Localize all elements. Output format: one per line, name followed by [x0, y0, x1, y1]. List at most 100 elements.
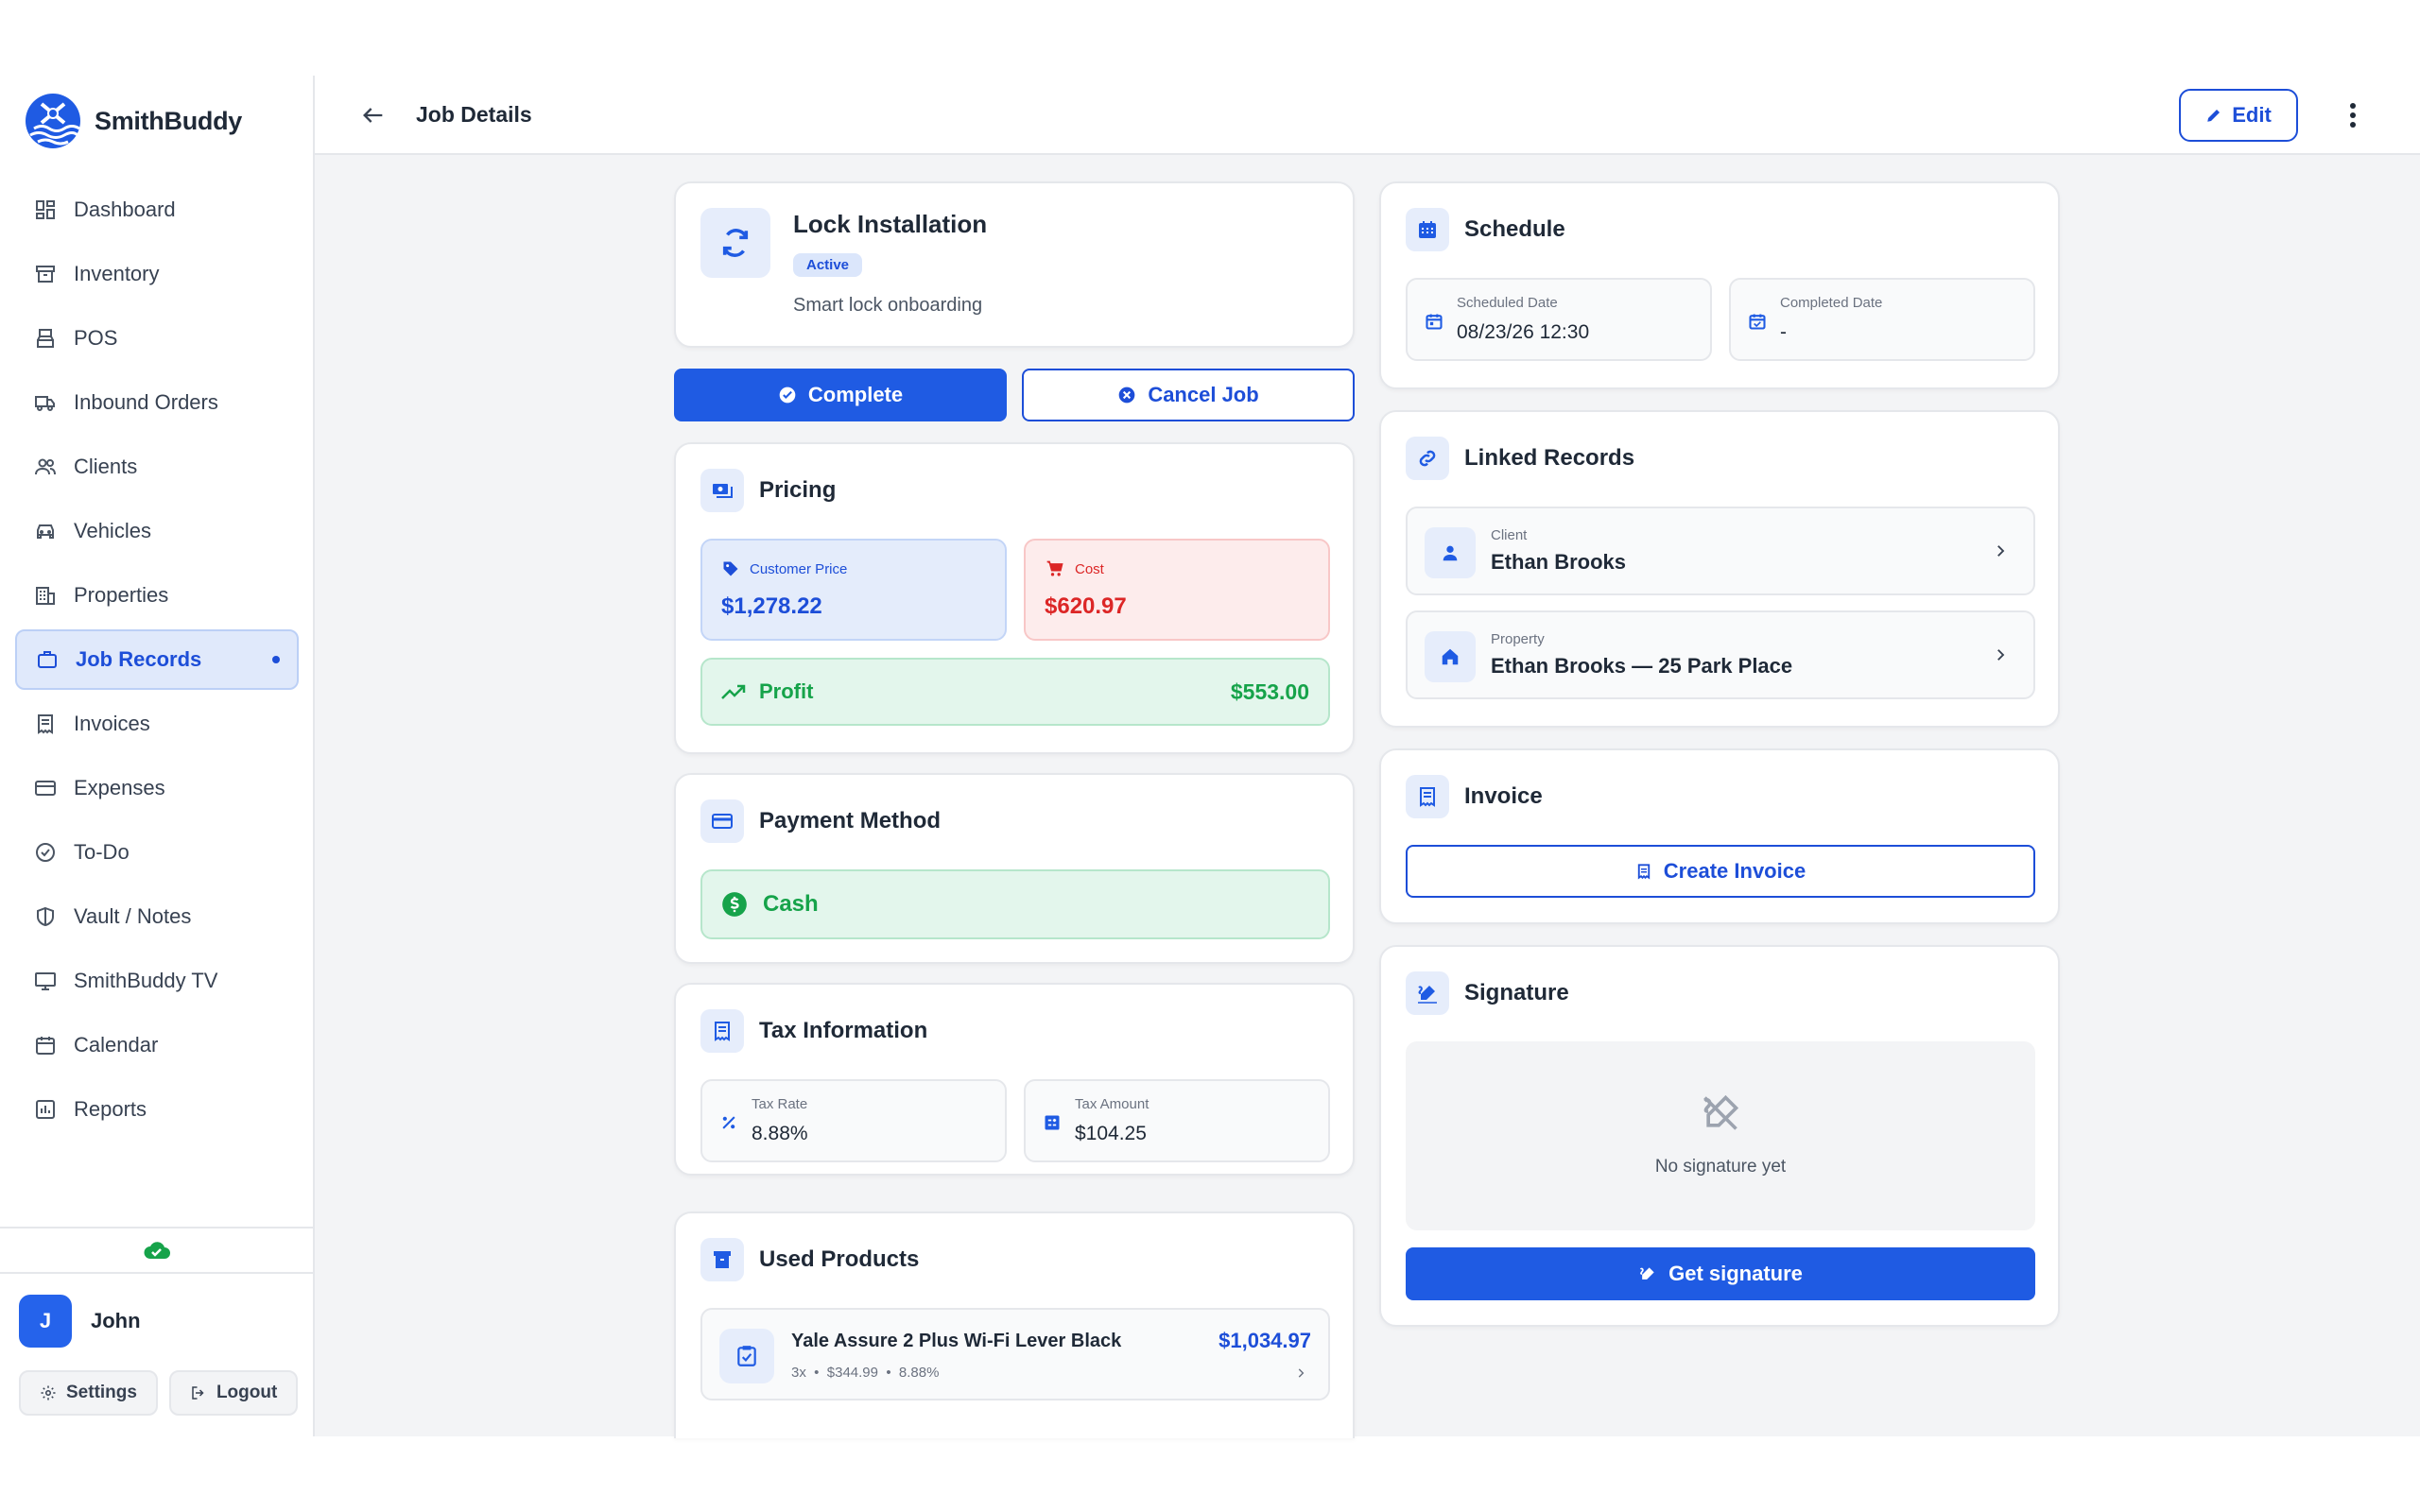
chevron-right-icon	[1997, 649, 2005, 661]
tax-rate-value: 8.88%	[752, 1123, 808, 1144]
user-name: John	[91, 1309, 141, 1332]
cost-value: $620.97	[1045, 593, 1127, 619]
refresh-icon	[722, 229, 749, 257]
logout-label: Logout	[216, 1383, 278, 1402]
pencil-icon	[2207, 110, 2221, 122]
sidebar-item-vehicles[interactable]: Vehicles	[15, 501, 299, 561]
sidebar-item-vault-notes[interactable]: Vault / Notes	[15, 886, 299, 947]
invoice-title: Invoice	[1464, 783, 1543, 809]
edit-button[interactable]: Edit	[2179, 89, 2298, 142]
product-list-item[interactable]: Yale Assure 2 Plus Wi-Fi Lever Black 3x …	[700, 1308, 1330, 1400]
schedule-title: Schedule	[1464, 216, 1565, 242]
sidebar-item-pos[interactable]: POS	[15, 308, 299, 369]
sidebar-item-invoices[interactable]: Invoices	[15, 694, 299, 754]
sidebar-item-dashboard[interactable]: Dashboard	[15, 180, 299, 240]
sidebar-item-inventory[interactable]: Inventory	[15, 244, 299, 304]
brand[interactable]: SmithBuddy	[25, 93, 242, 149]
sidebar-item-properties[interactable]: Properties	[15, 565, 299, 626]
archive-icon	[714, 1251, 731, 1268]
sidebar-item-label: Vault / Notes	[74, 904, 192, 928]
avatar: J	[19, 1295, 72, 1348]
user-profile[interactable]: J John	[19, 1295, 141, 1348]
customer-price-label-row: Customer Price	[721, 559, 847, 578]
card-icon	[35, 781, 56, 796]
sync-status-bar	[0, 1227, 313, 1274]
chart-icon	[36, 1100, 55, 1119]
product-total: $1,034.97	[1219, 1329, 1311, 1352]
schedule-header: Schedule	[1406, 208, 1565, 251]
sidebar-item-expenses[interactable]: Expenses	[15, 758, 299, 818]
tax-header: Tax Information	[700, 1009, 927, 1053]
archive-icon	[36, 266, 55, 283]
cost-label: Cost	[1075, 560, 1104, 577]
sidebar-item-label: Expenses	[74, 776, 165, 799]
signature-card: Signature No signature yet Get signature	[1379, 945, 2060, 1327]
cost-box: Cost $620.97	[1024, 539, 1330, 641]
dollar-circle-icon	[722, 892, 747, 917]
sidebar-item-to-do[interactable]: To-Do	[15, 822, 299, 883]
x-circle-icon	[1118, 387, 1135, 404]
sidebar-item-clients[interactable]: Clients	[15, 437, 299, 497]
sidebar-item-label: Dashboard	[74, 198, 176, 221]
calendar-event-icon	[1426, 314, 1443, 330]
more-options-icon[interactable]	[2347, 100, 2359, 130]
home-icon	[1442, 648, 1459, 665]
sidebar-item-smithbuddy-tv[interactable]: SmithBuddy TV	[15, 951, 299, 1011]
check-circle-icon	[779, 387, 796, 404]
cart-icon	[1046, 560, 1063, 576]
property-name: Ethan Brooks — 25 Park Place	[1491, 654, 1793, 678]
payment-method-card: Payment Method Cash	[674, 773, 1355, 964]
pricing-header: Pricing	[700, 469, 836, 512]
linked-property-row[interactable]: Property Ethan Brooks — 25 Park Place	[1406, 610, 2035, 699]
check-circle-icon	[36, 843, 55, 862]
profit-label: Profit	[759, 679, 814, 703]
logout-button[interactable]: Logout	[168, 1370, 299, 1416]
sidebar-item-job-records[interactable]: Job Records	[15, 629, 299, 690]
settings-label: Settings	[66, 1383, 137, 1402]
linked-client-row[interactable]: Client Ethan Brooks	[1406, 507, 2035, 595]
complete-button[interactable]: Complete	[674, 369, 1007, 421]
app-window: SmithBuddy Dashboard Inventory POS Inbou…	[0, 76, 2420, 1438]
get-signature-button[interactable]: Get signature	[1406, 1247, 2035, 1300]
receipt-icon	[1420, 787, 1435, 807]
cash-icon	[713, 484, 733, 498]
sidebar-item-label: Clients	[74, 455, 138, 478]
signature-header: Signature	[1406, 971, 1569, 1015]
sidebar-item-label: Inventory	[74, 262, 160, 285]
signature-icon	[1640, 1267, 1654, 1280]
back-arrow-icon[interactable]	[360, 102, 387, 129]
cost-label-row: Cost	[1045, 559, 1104, 578]
settings-button[interactable]: Settings	[19, 1370, 158, 1416]
sidebar: SmithBuddy Dashboard Inventory POS Inbou…	[0, 76, 315, 1436]
cloud-check-icon	[144, 1242, 170, 1259]
linked-records-header: Linked Records	[1406, 437, 1634, 480]
sidebar-item-calendar[interactable]: Calendar	[15, 1015, 299, 1075]
used-products-title: Used Products	[759, 1246, 920, 1272]
signature-empty-icon	[1703, 1094, 1739, 1130]
invoice-card: Invoice Create Invoice	[1379, 748, 2060, 924]
completed-date-label: Completed Date	[1780, 295, 1883, 311]
used-products-header: Used Products	[700, 1238, 919, 1281]
create-invoice-button[interactable]: Create Invoice	[1406, 845, 2035, 898]
create-invoice-label: Create Invoice	[1663, 859, 1806, 883]
property-icon-box	[1425, 631, 1476, 682]
pricing-icon-box	[700, 469, 744, 512]
calendar-icon	[1419, 221, 1436, 238]
calendar-check-icon	[1749, 314, 1766, 330]
payment-header: Payment Method	[700, 799, 941, 843]
scheduled-date-label: Scheduled Date	[1457, 295, 1558, 311]
tax-title: Tax Information	[759, 1018, 928, 1043]
users-icon	[35, 458, 56, 475]
used-products-card: Used Products Yale Assure 2 Plus Wi-Fi L…	[674, 1211, 1355, 1438]
sidebar-item-reports[interactable]: Reports	[15, 1079, 299, 1140]
cancel-job-button[interactable]: Cancel Job	[1022, 369, 1355, 421]
profit-box: Profit $553.00	[700, 658, 1330, 726]
sidebar-item-inbound-orders[interactable]: Inbound Orders	[15, 372, 299, 433]
gear-icon	[41, 1385, 56, 1400]
get-signature-label: Get signature	[1668, 1262, 1803, 1285]
sidebar-item-label: Reports	[74, 1097, 147, 1121]
truck-icon	[35, 396, 55, 411]
percent-icon	[722, 1116, 735, 1129]
customer-price-value: $1,278.22	[721, 593, 822, 619]
sidebar-item-label: SmithBuddy TV	[74, 969, 218, 992]
